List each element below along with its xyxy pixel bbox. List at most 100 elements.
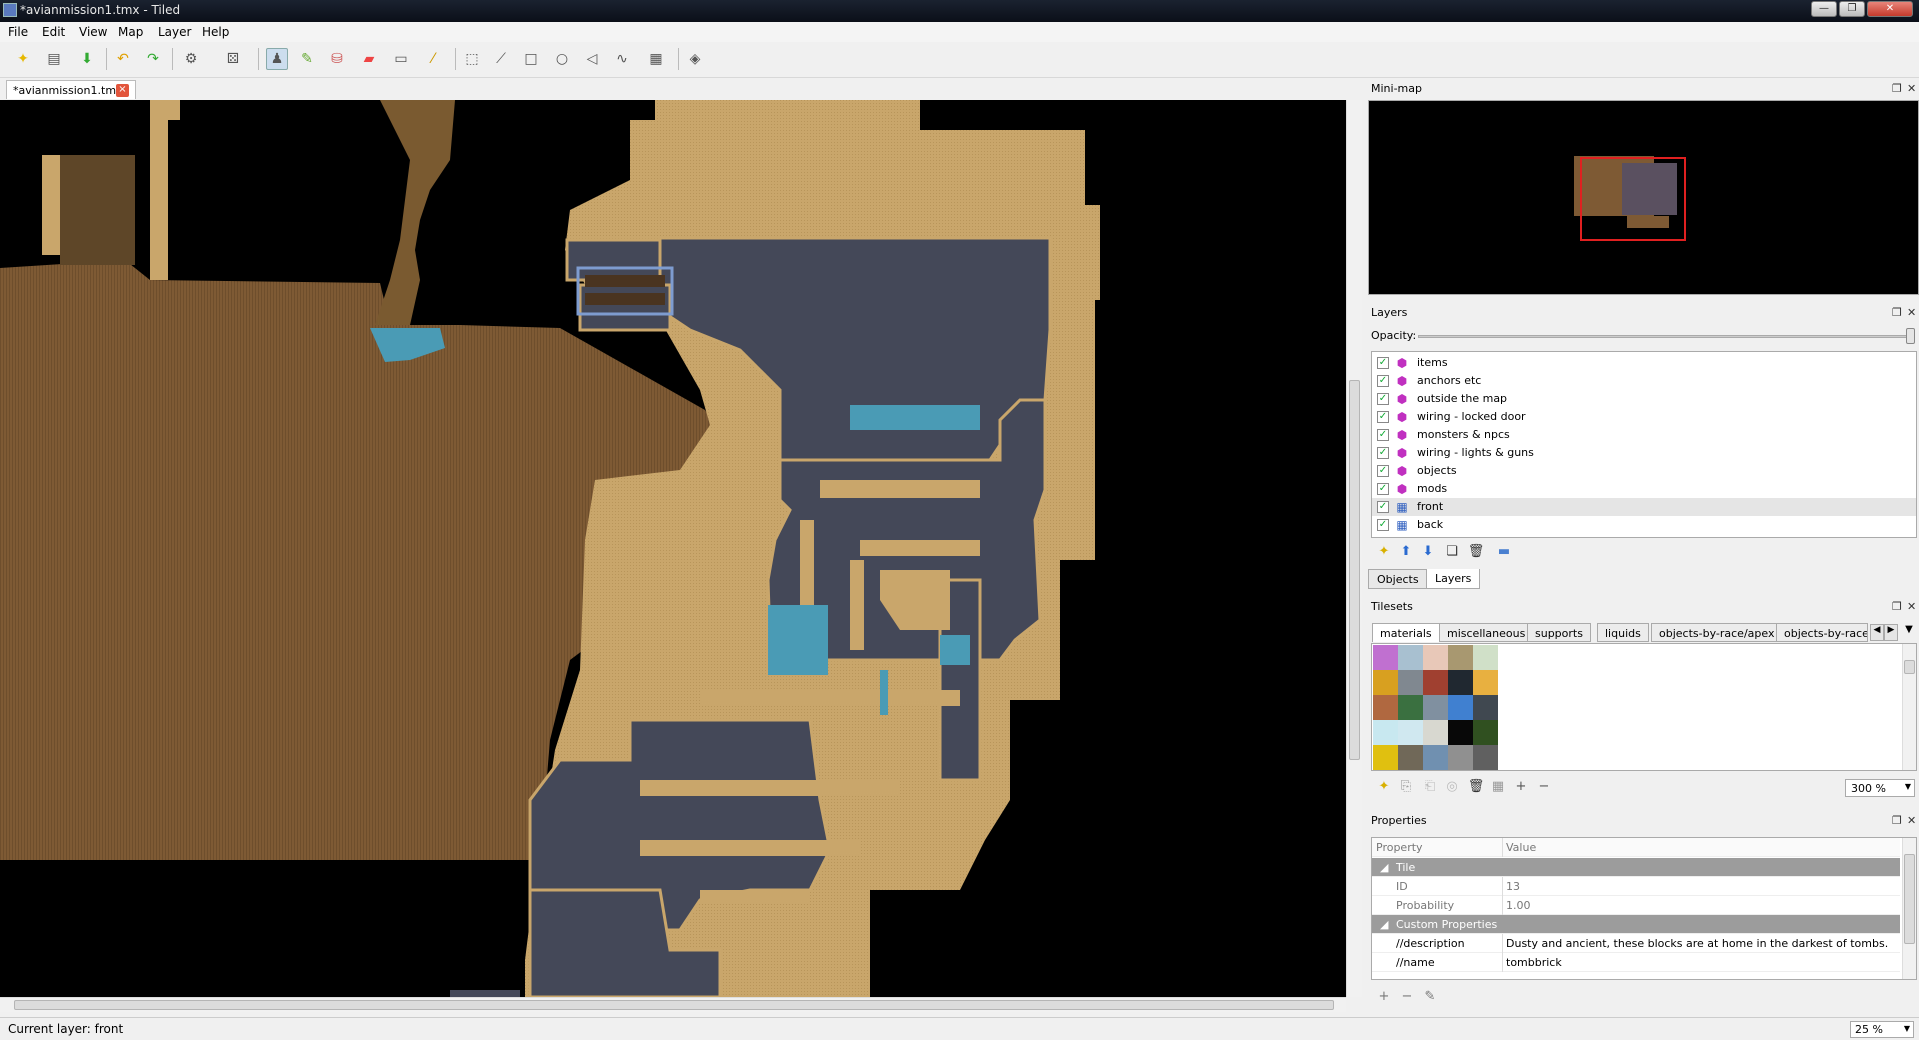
- layer-row[interactable]: ✓ ⬢ outside the map: [1372, 390, 1916, 408]
- layer-row[interactable]: ✓ ⬢ objects: [1372, 462, 1916, 480]
- property-row[interactable]: Probability 1.00: [1372, 896, 1900, 915]
- tileset-properties-icon[interactable]: ◎: [1443, 778, 1461, 796]
- minimap-view[interactable]: [1368, 100, 1919, 295]
- minimap-viewport-rect[interactable]: [1580, 157, 1686, 241]
- tile[interactable]: [1448, 720, 1473, 745]
- move-layer-up-icon[interactable]: ⬆: [1397, 543, 1415, 561]
- layer-row[interactable]: ✓ ▦ back: [1372, 516, 1916, 534]
- visibility-checkbox[interactable]: ✓: [1377, 465, 1389, 477]
- property-row[interactable]: //name tombbrick: [1372, 953, 1900, 972]
- tile[interactable]: [1373, 670, 1398, 695]
- property-row[interactable]: ID 13: [1372, 877, 1900, 896]
- tile[interactable]: [1423, 745, 1448, 770]
- tile[interactable]: [1423, 645, 1448, 670]
- add-property-icon[interactable]: +: [1375, 988, 1393, 1006]
- visibility-checkbox[interactable]: ✓: [1377, 411, 1389, 423]
- property-row[interactable]: //description Dusty and ancient, these bl…: [1372, 934, 1900, 953]
- tile[interactable]: [1448, 645, 1473, 670]
- tile[interactable]: [1473, 670, 1498, 695]
- properties-scrollbar[interactable]: [1902, 838, 1916, 979]
- opacity-slider[interactable]: [1418, 335, 1912, 338]
- new-tileset-icon[interactable]: ✦: [1375, 778, 1393, 796]
- tab-scroll-left-icon[interactable]: ◀: [1870, 624, 1884, 641]
- tileset-view[interactable]: [1371, 643, 1917, 771]
- tile[interactable]: [1398, 720, 1423, 745]
- visibility-checkbox[interactable]: ✓: [1377, 501, 1389, 513]
- tileset-tab-race[interactable]: objects-by-race: [1776, 623, 1868, 642]
- tileset-tab-supports[interactable]: supports: [1527, 623, 1591, 642]
- float-dock-icon[interactable]: ❐: [1892, 600, 1902, 613]
- duplicate-layer-icon[interactable]: ❏: [1443, 543, 1461, 561]
- eraser-icon[interactable]: ▰: [358, 48, 380, 70]
- tileset-tab-liquids[interactable]: liquids: [1597, 623, 1649, 642]
- insert-ellipse-icon[interactable]: ○: [551, 48, 573, 70]
- tile[interactable]: [1448, 670, 1473, 695]
- undo-icon[interactable]: ↶: [112, 48, 134, 70]
- tile[interactable]: [1398, 645, 1423, 670]
- layer-row[interactable]: ✓ ⬢ mods: [1372, 480, 1916, 498]
- tileset-zoom-select[interactable]: 300 % ▼: [1845, 779, 1915, 797]
- horizontal-scroll-thumb[interactable]: [14, 1000, 1334, 1010]
- document-tab[interactable]: *avianmission1.tmx ×: [6, 80, 136, 99]
- tile[interactable]: [1373, 645, 1398, 670]
- menu-view[interactable]: View: [79, 25, 107, 39]
- rename-property-icon[interactable]: ✎: [1421, 988, 1439, 1006]
- edit-terrain-icon[interactable]: ▦: [1489, 778, 1507, 796]
- visibility-checkbox[interactable]: ✓: [1377, 357, 1389, 369]
- tab-layers[interactable]: Layers: [1426, 569, 1481, 589]
- tab-scroll-right-icon[interactable]: ▶: [1884, 624, 1898, 641]
- tile[interactable]: [1398, 670, 1423, 695]
- tile[interactable]: [1373, 745, 1398, 770]
- delete-tileset-icon[interactable]: 🗑: [1467, 778, 1485, 796]
- remove-property-icon[interactable]: −: [1398, 988, 1416, 1006]
- layer-row[interactable]: ✓ ⬢ wiring - lights & guns: [1372, 444, 1916, 462]
- delete-icon[interactable]: ◈: [684, 48, 706, 70]
- layer-row[interactable]: ✓ ⬢ items: [1372, 354, 1916, 372]
- tile[interactable]: [1473, 645, 1498, 670]
- stamp-brush-icon[interactable]: ♟: [266, 48, 288, 70]
- group-tile[interactable]: ◢ Tile: [1372, 858, 1900, 877]
- visibility-checkbox[interactable]: ✓: [1377, 519, 1389, 531]
- close-button[interactable]: ✕: [1867, 1, 1913, 17]
- tab-objects[interactable]: Objects: [1368, 569, 1428, 589]
- edit-polygons-icon[interactable]: ⟋: [490, 48, 512, 70]
- tileset-tab-apex[interactable]: objects-by-race/apex: [1651, 623, 1783, 642]
- layer-row-selected[interactable]: ✓ ▦ front: [1372, 498, 1916, 516]
- insert-polyline-icon[interactable]: ∿: [611, 48, 633, 70]
- vertical-scrollbar[interactable]: [1346, 100, 1362, 997]
- stamp-brush-options-icon[interactable]: ⚙: [180, 48, 202, 70]
- visibility-checkbox[interactable]: ✓: [1377, 393, 1389, 405]
- export-tileset-icon[interactable]: ⎗: [1421, 778, 1439, 796]
- close-dock-icon[interactable]: ✕: [1907, 82, 1916, 95]
- insert-rectangle-icon[interactable]: □: [520, 48, 542, 70]
- rect-select-icon[interactable]: ▭: [390, 48, 412, 70]
- add-tiles-icon[interactable]: +: [1512, 778, 1530, 796]
- menu-help[interactable]: Help: [202, 25, 229, 39]
- open-file-icon[interactable]: ▤: [43, 48, 65, 70]
- redo-icon[interactable]: ↷: [142, 48, 164, 70]
- tile[interactable]: [1373, 695, 1398, 720]
- tile[interactable]: [1473, 720, 1498, 745]
- menu-layer[interactable]: Layer: [158, 25, 191, 39]
- move-layer-down-icon[interactable]: ⬇: [1419, 543, 1437, 561]
- visibility-checkbox[interactable]: ✓: [1377, 483, 1389, 495]
- tile[interactable]: [1473, 745, 1498, 770]
- visibility-checkbox[interactable]: ✓: [1377, 429, 1389, 441]
- close-dock-icon[interactable]: ✕: [1907, 600, 1916, 613]
- insert-tile-icon[interactable]: ▦: [645, 48, 667, 70]
- close-dock-icon[interactable]: ✕: [1907, 306, 1916, 319]
- layer-properties-icon[interactable]: ▬: [1495, 543, 1513, 561]
- tile[interactable]: [1448, 695, 1473, 720]
- delete-layer-icon[interactable]: 🗑: [1467, 543, 1485, 561]
- maximize-button[interactable]: ❐: [1839, 1, 1865, 17]
- terrain-brush-icon[interactable]: ✎: [296, 48, 318, 70]
- save-file-icon[interactable]: ⬇: [76, 48, 98, 70]
- menu-map[interactable]: Map: [118, 25, 143, 39]
- menu-edit[interactable]: Edit: [42, 25, 65, 39]
- new-file-icon[interactable]: ✦: [12, 48, 34, 70]
- tile[interactable]: [1423, 695, 1448, 720]
- horizontal-scrollbar[interactable]: [0, 997, 1346, 1012]
- bucket-fill-icon[interactable]: ⛁: [326, 48, 348, 70]
- minimize-button[interactable]: —: [1811, 1, 1837, 17]
- visibility-checkbox[interactable]: ✓: [1377, 375, 1389, 387]
